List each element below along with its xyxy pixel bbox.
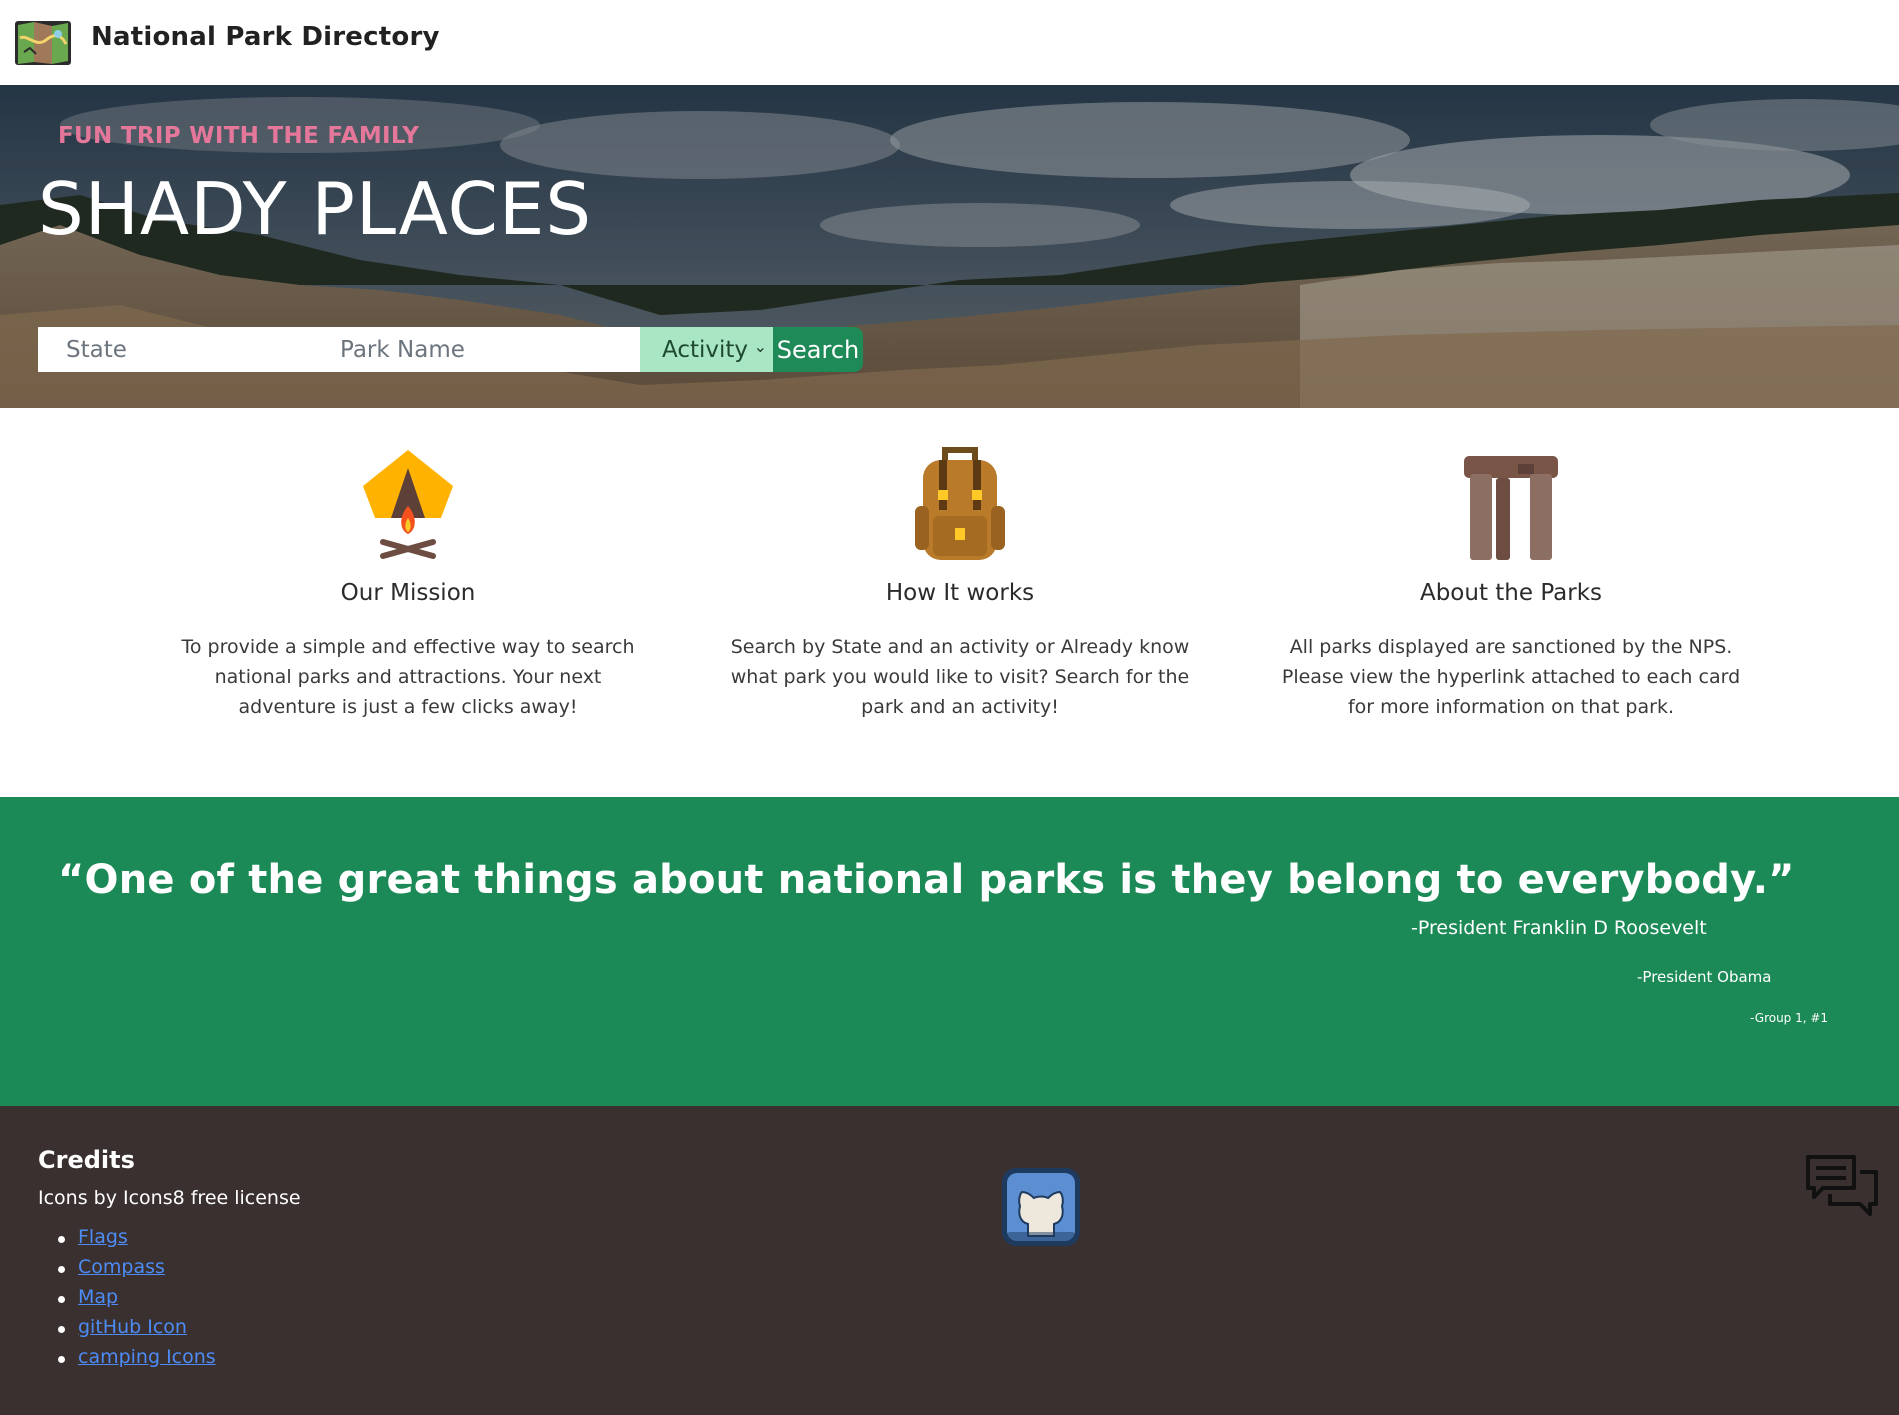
hero-banner: FUN TRIP WITH THE FAMILY SHADY PLACES Ac… xyxy=(0,85,1899,408)
quote-attribution-2: -President Obama xyxy=(1637,968,1772,986)
quote-section: “One of the great things about national … xyxy=(0,797,1899,1106)
folded-map-icon[interactable] xyxy=(14,18,72,68)
feature-text: Search by State and an activity or Alrea… xyxy=(730,636,1190,718)
list-item: camping Icons xyxy=(58,1346,216,1376)
feature-title: How It works xyxy=(885,580,1035,606)
list-item: Map xyxy=(58,1286,216,1316)
credit-link-compass[interactable]: Compass xyxy=(78,1256,165,1278)
quote-text: “One of the great things about national … xyxy=(58,857,1795,903)
credits-link-list: Flags Compass Map gitHub Icon camping Ic… xyxy=(58,1226,216,1376)
credit-link-github-icon[interactable]: gitHub Icon xyxy=(78,1316,187,1338)
feature-text: To provide a simple and effective way to… xyxy=(181,636,635,718)
search-form: Activity ⌄ Search xyxy=(38,327,863,372)
chat-bubbles-icon[interactable] xyxy=(1805,1154,1879,1220)
credit-link-camping-icons[interactable]: camping Icons xyxy=(78,1346,216,1368)
footer: Credits Icons by Icons8 free license Fla… xyxy=(0,1106,1899,1415)
list-item: Compass xyxy=(58,1256,216,1286)
feature-text: All parks displayed are sanctioned by th… xyxy=(1281,636,1741,718)
credit-link-flags[interactable]: Flags xyxy=(78,1226,128,1248)
search-button[interactable]: Search xyxy=(773,327,863,372)
campfire-tent-icon xyxy=(363,450,453,559)
hero-kicker: FUN TRIP WITH THE FAMILY xyxy=(58,123,420,149)
list-item: gitHub Icon xyxy=(58,1316,216,1346)
state-input[interactable] xyxy=(38,327,326,372)
top-navbar: National Park Directory xyxy=(0,0,1899,85)
quote-attribution-3: -Group 1, #1 xyxy=(1750,1011,1829,1025)
chevron-down-icon: ⌄ xyxy=(753,337,767,356)
credits-title: Credits xyxy=(38,1146,135,1174)
feature-title: About the Parks xyxy=(1419,580,1603,606)
feature-title: Our Mission xyxy=(340,580,476,606)
features-section: Our Mission To provide a simple and effe… xyxy=(0,408,1899,797)
credits-subtitle: Icons by Icons8 free license xyxy=(38,1187,301,1209)
stonehenge-icon xyxy=(1464,456,1558,560)
backpack-icon xyxy=(915,447,1005,560)
park-name-input[interactable] xyxy=(326,327,640,372)
quote-attribution-1: -President Franklin D Roosevelt xyxy=(1411,917,1707,939)
activity-select[interactable]: Activity ⌄ xyxy=(640,327,773,372)
brand-title[interactable]: National Park Directory xyxy=(91,22,440,52)
activity-select-value: Activity xyxy=(662,336,749,363)
list-item: Flags xyxy=(58,1226,216,1256)
github-icon[interactable] xyxy=(1000,1166,1082,1248)
credit-link-map[interactable]: Map xyxy=(78,1286,118,1308)
hero-title: SHADY PLACES xyxy=(38,167,593,251)
